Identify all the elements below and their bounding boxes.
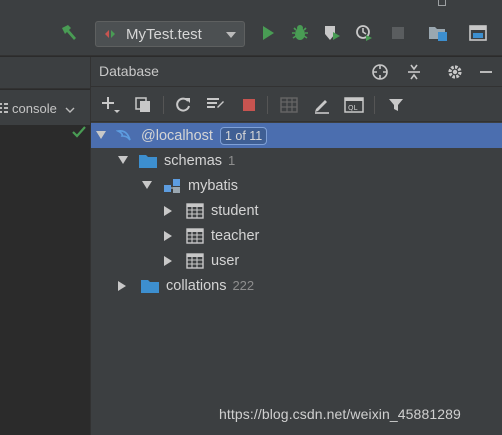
tab-console[interactable]: console <box>0 95 75 121</box>
tree-node-label: student <box>211 202 259 219</box>
tree-node-label: schemas <box>164 152 223 169</box>
tree-node-schemas[interactable]: schemas 1 <box>91 148 502 173</box>
table-icon <box>186 252 204 270</box>
tree-node-label: @localhost <box>141 127 213 144</box>
tree-node-label: mybatis <box>188 177 238 194</box>
chevron-down-icon <box>226 32 236 38</box>
database-toolbar: QL <box>91 88 502 122</box>
editor-tab-bar <box>0 57 90 89</box>
stop-icon[interactable] <box>388 23 408 43</box>
window-top-strip <box>0 0 502 10</box>
build-hammer-icon[interactable] <box>59 23 79 43</box>
duplicate-icon[interactable] <box>133 95 153 115</box>
add-icon[interactable] <box>101 95 121 115</box>
schema-icon <box>163 177 181 195</box>
minimize-icon[interactable] <box>476 62 496 82</box>
folder-icon <box>139 152 157 170</box>
console-tab-label: console <box>12 100 57 116</box>
edit-pencil-icon[interactable] <box>312 95 332 115</box>
expanded-arrow-icon[interactable] <box>118 155 128 166</box>
tree-node-count: 1 <box>228 153 236 168</box>
table-view-icon[interactable] <box>279 95 299 115</box>
panel-title: Database <box>99 63 159 79</box>
debug-bug-icon[interactable] <box>290 23 310 43</box>
console-icon <box>0 99 8 118</box>
table-icon <box>186 202 204 220</box>
mysql-datasource-icon <box>116 127 134 145</box>
filter-icon[interactable] <box>386 95 406 115</box>
collapse-all-icon[interactable] <box>404 62 424 82</box>
collapsed-arrow-icon[interactable] <box>164 230 174 241</box>
tree-node-table[interactable]: user <box>91 248 502 273</box>
toolbar-separator <box>163 96 164 114</box>
tree-node-mybatis[interactable]: mybatis <box>91 173 502 198</box>
editor-area: console <box>0 57 90 435</box>
main-toolbar: MyTest.test <box>0 10 502 56</box>
tree-node-label: teacher <box>211 227 260 244</box>
collapsed-arrow-icon[interactable] <box>164 205 174 216</box>
run-with-coverage-icon[interactable] <box>322 23 342 43</box>
run-config-name: MyTest.test <box>126 25 202 43</box>
window-restore-icon[interactable] <box>438 0 446 6</box>
folder-icon <box>141 277 159 295</box>
run-configuration-selector[interactable]: MyTest.test <box>95 21 245 47</box>
schema-sync-icon[interactable] <box>205 95 225 115</box>
tree-node-table[interactable]: teacher <box>91 223 502 248</box>
tree-node-table[interactable]: student <box>91 198 502 223</box>
project-structure-icon[interactable] <box>428 23 448 43</box>
profile-run-icon[interactable] <box>354 23 374 43</box>
sql-console-icon[interactable]: QL <box>344 95 364 115</box>
database-panel-header: Database <box>91 57 502 87</box>
watermark-text: https://blog.csdn.net/weixin_45881289 <box>219 406 461 422</box>
expanded-arrow-icon[interactable] <box>142 180 152 191</box>
toolbar-separator <box>267 96 268 114</box>
target-icon[interactable] <box>370 62 390 82</box>
gear-icon[interactable] <box>445 62 465 82</box>
database-tree: @localhost 1 of 11 schemas 1 mybatis stu… <box>91 123 502 435</box>
refresh-icon[interactable] <box>173 95 193 115</box>
editor-body[interactable] <box>0 125 90 435</box>
toolbar-separator <box>374 96 375 114</box>
svg-text:QL: QL <box>348 104 358 112</box>
check-icon <box>72 123 86 142</box>
tree-node-label: collations <box>166 277 227 294</box>
expanded-arrow-icon[interactable] <box>96 130 106 141</box>
tree-node-label: user <box>211 252 240 269</box>
tree-node-count: 222 <box>232 278 255 293</box>
collapsed-arrow-icon[interactable] <box>118 280 128 291</box>
stop-icon[interactable] <box>239 95 259 115</box>
terminal-toggle-icon[interactable] <box>468 23 488 43</box>
chevron-down-icon[interactable] <box>65 99 75 118</box>
database-panel: Database QL @localhost 1 of 11 schemas 1… <box>91 57 502 435</box>
tree-node-localhost[interactable]: @localhost 1 of 11 <box>91 123 502 148</box>
tree-node-collations[interactable]: collations 222 <box>91 273 502 298</box>
run-icon[interactable] <box>258 23 278 43</box>
connection-badge[interactable]: 1 of 11 <box>219 126 268 145</box>
collapsed-arrow-icon[interactable] <box>164 255 174 266</box>
run-config-icon <box>104 25 116 44</box>
table-icon <box>186 227 204 245</box>
